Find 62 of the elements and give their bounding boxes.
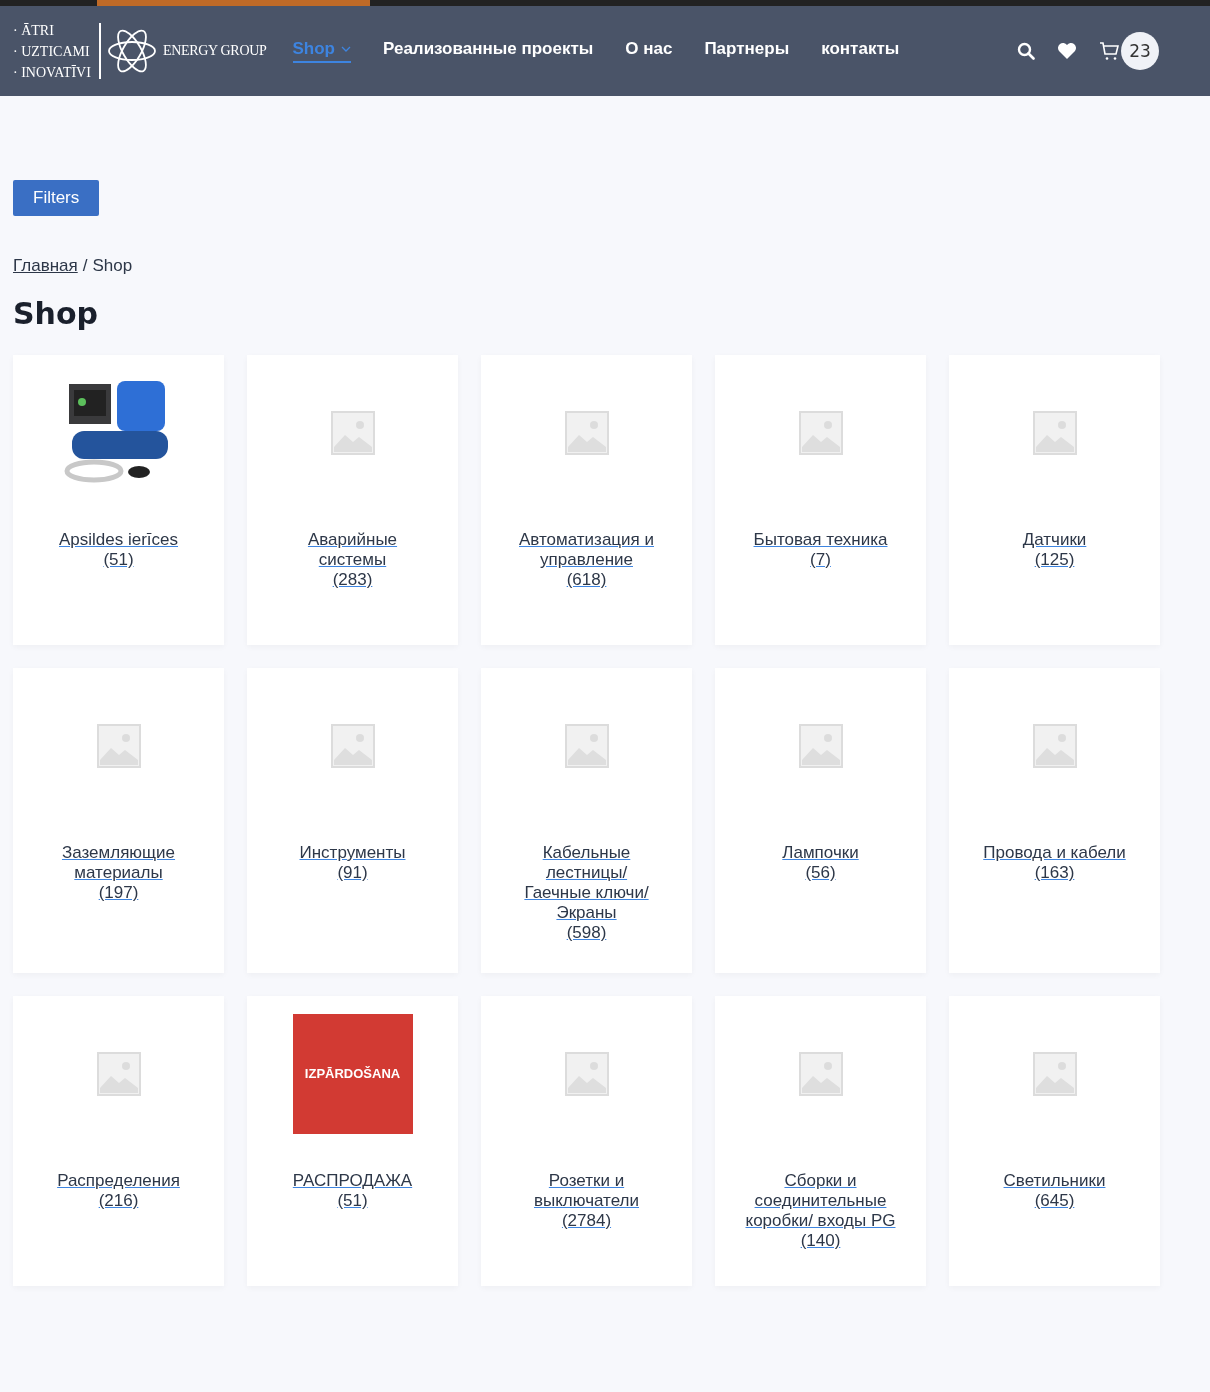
- category-card[interactable]: Инструменты (91): [247, 668, 458, 973]
- nav-link[interactable]: О нас: [625, 39, 673, 63]
- image-placeholder-icon: [1032, 1051, 1077, 1096]
- nav-link[interactable]: Реализованные проекты: [383, 39, 594, 63]
- image-placeholder-icon: [1032, 410, 1077, 455]
- category-link[interactable]: Розетки и выключатели (2784): [511, 1171, 662, 1231]
- image-placeholder-icon: [96, 723, 141, 768]
- image-placeholder-icon: [96, 1051, 141, 1096]
- category-link[interactable]: Светильники (645): [979, 1171, 1130, 1211]
- cart-icon[interactable]: [1099, 41, 1119, 61]
- category-card[interactable]: Заземляющие материалы (197): [13, 668, 224, 973]
- filters-button[interactable]: Filters: [13, 180, 100, 216]
- sale-banner: IZPĀRDOŠANA: [292, 1013, 413, 1134]
- nav-link[interactable]: Партнеры: [704, 39, 790, 63]
- category-card[interactable]: Apsildes ierīces (51): [13, 355, 224, 645]
- image-placeholder-icon: [564, 1051, 609, 1096]
- category-link[interactable]: Кабельные лестницы/ Гаечные ключи/ Экраны (598): [511, 843, 662, 943]
- image-placeholder-icon: [564, 410, 609, 455]
- category-card[interactable]: Сборки и соединительные коробки/ входы PG (140): [715, 996, 926, 1286]
- category-card[interactable]: Бытовая техника (7): [715, 355, 926, 645]
- image-placeholder-icon: [330, 410, 375, 455]
- category-link[interactable]: Бытовая техника (7): [745, 530, 896, 570]
- category-card[interactable]: Светильники (645): [949, 996, 1160, 1286]
- logo[interactable]: · ĀTRI · UZTICAMI · INOVATĪVI ENERGY GROUP: [13, 19, 267, 83]
- category-link[interactable]: Распределения (216): [43, 1171, 194, 1211]
- category-card[interactable]: Лампочки (56): [715, 668, 926, 973]
- category-card[interactable]: Провода и кабели (163): [949, 668, 1160, 973]
- search-icon[interactable]: [1017, 42, 1035, 60]
- breadcrumb-link[interactable]: Главная: [13, 256, 78, 276]
- heart-icon[interactable]: [1057, 42, 1077, 60]
- breadcrumb-separator: /: [82, 256, 88, 276]
- page-title: Shop: [13, 296, 100, 331]
- nav-link[interactable]: контакты: [821, 39, 900, 63]
- category-link[interactable]: РАСПРОДАЖА (51): [277, 1171, 428, 1211]
- cart-count-badge: 23: [1121, 32, 1159, 70]
- category-link[interactable]: Заземляющие материалы (197): [43, 843, 194, 903]
- category-link[interactable]: Аварийные системы (283): [277, 530, 428, 590]
- image-placeholder-icon: [798, 410, 843, 455]
- logo-tagline: · UZTICAMI: [13, 42, 91, 61]
- image-placeholder-icon: [798, 723, 843, 768]
- image-placeholder-icon: [798, 1051, 843, 1096]
- category-card[interactable]: Розетки и выключатели (2784): [481, 996, 692, 1286]
- category-link[interactable]: Лампочки (56): [745, 843, 896, 883]
- logo-tagline: · ĀTRI: [13, 21, 55, 40]
- category-card[interactable]: Автоматизация и управление (618): [481, 355, 692, 645]
- logo-tagline: · INOVATĪVI: [13, 63, 91, 82]
- category-link[interactable]: Датчики (125): [979, 530, 1130, 570]
- category-link[interactable]: Apsildes ierīces (51): [43, 530, 194, 570]
- category-card[interactable]: Распределения (216): [13, 996, 224, 1286]
- image-placeholder-icon: [330, 723, 375, 768]
- logo-brand: ENERGY GROUP: [162, 43, 267, 59]
- breadcrumb-current: Shop: [92, 256, 133, 276]
- category-card[interactable]: Датчики (125): [949, 355, 1160, 645]
- category-link[interactable]: Инструменты (91): [277, 843, 428, 883]
- category-card[interactable]: Аварийные системы (283): [247, 355, 458, 645]
- category-link[interactable]: Провода и кабели (163): [979, 843, 1130, 883]
- image-placeholder-icon: [564, 723, 609, 768]
- image-placeholder-icon: [1032, 723, 1077, 768]
- category-link[interactable]: Автоматизация и управление (618): [511, 530, 662, 590]
- category-card[interactable]: IZPĀRDOŠANA РАСПРОДАЖА (51): [247, 996, 458, 1286]
- category-link[interactable]: Сборки и соединительные коробки/ входы PG (140): [745, 1171, 896, 1251]
- category-card[interactable]: Кабельные лестницы/ Гаечные ключи/ Экраны (598): [481, 668, 692, 973]
